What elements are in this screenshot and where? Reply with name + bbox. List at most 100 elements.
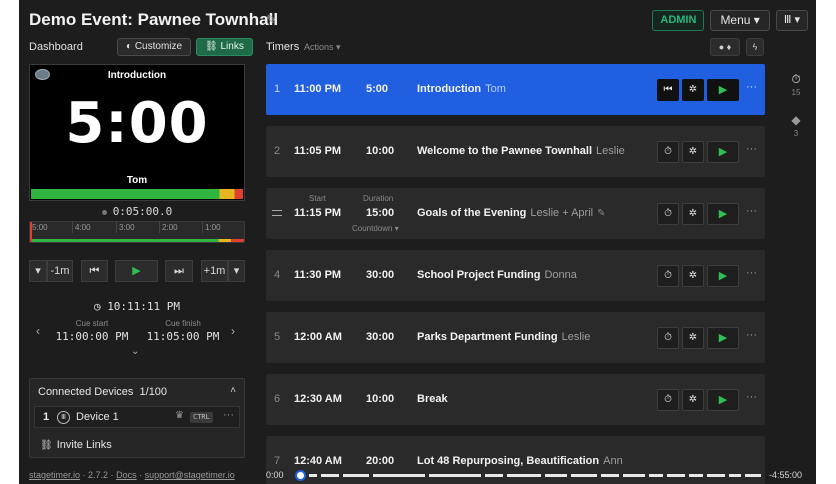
support-email-link[interactable]: support@stagetimer.io [145,470,235,480]
more-icon[interactable]: ··· [746,143,757,155]
cue-start: Cue start 11:00:00 PM [52,319,132,343]
timer-duration[interactable]: 30:00 [366,331,394,343]
plus-dropdown-button[interactable]: ▾ [228,260,245,282]
more-icon[interactable]: ··· [746,329,757,341]
timer-start[interactable]: 11:05 PM [294,145,341,157]
timer-row[interactable]: 4 11:30 PM 30:00 School Project Funding D… [266,250,765,301]
timer-duration[interactable]: 10:00 [366,393,394,405]
more-icon[interactable]: ··· [746,205,757,217]
timer-row[interactable]: 5 12:00 AM 30:00 Parks Department Fundin… [266,312,765,363]
edit-icon[interactable]: ✎ [597,208,605,219]
timer-title[interactable]: School Project Funding Donna [417,269,577,281]
timer-button[interactable]: ⏱ [657,389,679,411]
timeline-position-marker[interactable] [295,470,306,481]
timer-button[interactable]: ⏱ [657,141,679,163]
play-button[interactable]: ▶ [707,389,739,411]
timer-title[interactable]: Lot 48 Repurposing, Beautification Ann [417,455,623,467]
site-link[interactable]: stagetimer.io [29,470,80,480]
chevron-left-icon[interactable]: ‹ [36,324,40,338]
timer-start[interactable]: 12:40 AM [294,455,342,467]
play-button[interactable]: ▶ [707,79,739,101]
next-button[interactable]: ⏭ [165,260,193,282]
timer-start[interactable]: 11:30 PM [294,269,341,281]
timer-scrubber[interactable]: 5:00 4:00 3:00 2:00 1:00 [29,221,245,243]
edit-title-icon[interactable]: ✎ [266,12,277,28]
settings-button[interactable]: ✲ [682,265,704,287]
timer-start[interactable]: 12:30 AM [294,393,342,405]
timer-number: 7 [274,455,281,467]
flash-button[interactable]: ϟ [746,38,764,56]
actions-dropdown[interactable]: Actions ▾ [304,42,341,53]
blackout-toggle-button[interactable]: ● ♦ [710,38,740,56]
chevron-up-icon[interactable]: ˄ [230,385,236,396]
play-button[interactable]: ▶ [707,327,739,349]
timer-start[interactable]: 11:00 PM [294,83,341,95]
stopwatch-icon[interactable]: ⏱ [789,72,803,87]
timer-type-dropdown[interactable]: Countdown ▾ [352,224,399,233]
settings-button[interactable]: ✲ [682,389,704,411]
timer-title[interactable]: Goals of the Evening Leslie + April ✎ [417,207,605,219]
timer-duration[interactable]: 10:00 [366,145,394,157]
timer-row[interactable]: 2 11:05 PM 10:00 Welcome to the Pawnee T… [266,126,765,177]
scrub-tick: 3:00 [119,223,135,232]
timer-title[interactable]: Break [417,393,448,405]
chevron-right-icon[interactable]: › [231,324,235,338]
timeline-track[interactable] [309,474,761,477]
docs-link[interactable]: Docs [116,470,137,480]
minus-dropdown-button[interactable]: ▾ [29,260,47,282]
timer-start[interactable]: 12:00 AM [294,331,342,343]
scrub-cursor[interactable] [30,222,32,242]
timer-start[interactable]: 11:15 PM [294,207,341,219]
timer-row[interactable]: 6 12:30 AM 10:00 Break ⏱ ✲ ▶ ··· [266,374,765,425]
timer-duration[interactable]: 30:00 [366,269,394,281]
chevron-down-icon[interactable]: ⌄ [131,346,139,357]
play-button[interactable]: ▶ [707,265,739,287]
admin-button[interactable]: ADMIN [652,10,705,31]
timer-button[interactable]: ⏱ [657,203,679,225]
more-icon[interactable]: ··· [223,409,234,421]
viewer-preview[interactable]: Introduction 5:00 Tom [29,64,245,201]
timeline-end: -4:55:00 [769,470,803,480]
timer-row[interactable]: Start Duration 11:15 PM 15:00 Countdown … [266,188,765,239]
timer-title[interactable]: Welcome to the Pawnee Townhall Leslie [417,145,625,157]
play-button[interactable]: ▶ [707,141,739,163]
play-icon: ▶ [718,84,728,96]
drag-handle-icon[interactable] [272,210,282,216]
cue-start-value: 11:00:00 PM [55,330,129,343]
more-icon[interactable]: ··· [746,81,757,93]
timer-duration[interactable]: 15:00 [366,207,394,219]
timer-duration[interactable]: 20:00 [366,455,394,467]
more-icon[interactable]: ··· [746,267,757,279]
stopwatch-icon: ⏱ [664,146,672,157]
play-button[interactable]: ▶ [707,203,739,225]
crown-icon[interactable]: ♛ [175,410,184,421]
view-switch-button[interactable]: Ⅲ ▾ [775,10,808,31]
timer-title[interactable]: Parks Department Funding Leslie [417,331,590,343]
device-name: Device 1 [76,411,119,423]
settings-button[interactable]: ✲ [682,327,704,349]
more-icon[interactable]: ··· [746,391,757,403]
play-button[interactable]: ▶ [115,260,158,282]
reset-button[interactable]: ⏮ [657,79,679,101]
view-switch-caret: ▾ [794,14,800,26]
invite-links-button[interactable]: ⛓ Invite Links [40,439,112,451]
device-row[interactable]: 1 Ⅲ Device 1 ♛ CTRL ··· [34,406,240,428]
previous-button[interactable]: ⏮ [81,260,108,282]
timer-title[interactable]: Introduction Tom [417,83,506,95]
timer-duration[interactable]: 5:00 [366,83,388,95]
customize-button[interactable]: ◐ Customize [117,38,192,56]
timer-button[interactable]: ⏱ [657,265,679,287]
subtract-minute-button[interactable]: -1m [47,260,73,282]
links-button[interactable]: ⛓ Links [196,38,253,56]
settings-button[interactable]: ✲ [682,141,704,163]
timer-row[interactable]: 1 11:00 PM 5:00 Introduction Tom ⏮ ✲ ▶ ··… [266,64,765,115]
add-minute-button[interactable]: +1m [201,260,228,282]
preview-title: Introduction [107,70,167,81]
timer-button[interactable]: ⏱ [657,327,679,349]
timeline-segment [649,474,663,477]
settings-button[interactable]: ✲ [682,203,704,225]
message-icon[interactable]: ◆ [789,113,803,127]
devices-header[interactable]: Connected Devices 1/100 [38,386,167,398]
settings-button[interactable]: ✲ [682,79,704,101]
menu-button[interactable]: Menu ▾ [710,10,770,31]
